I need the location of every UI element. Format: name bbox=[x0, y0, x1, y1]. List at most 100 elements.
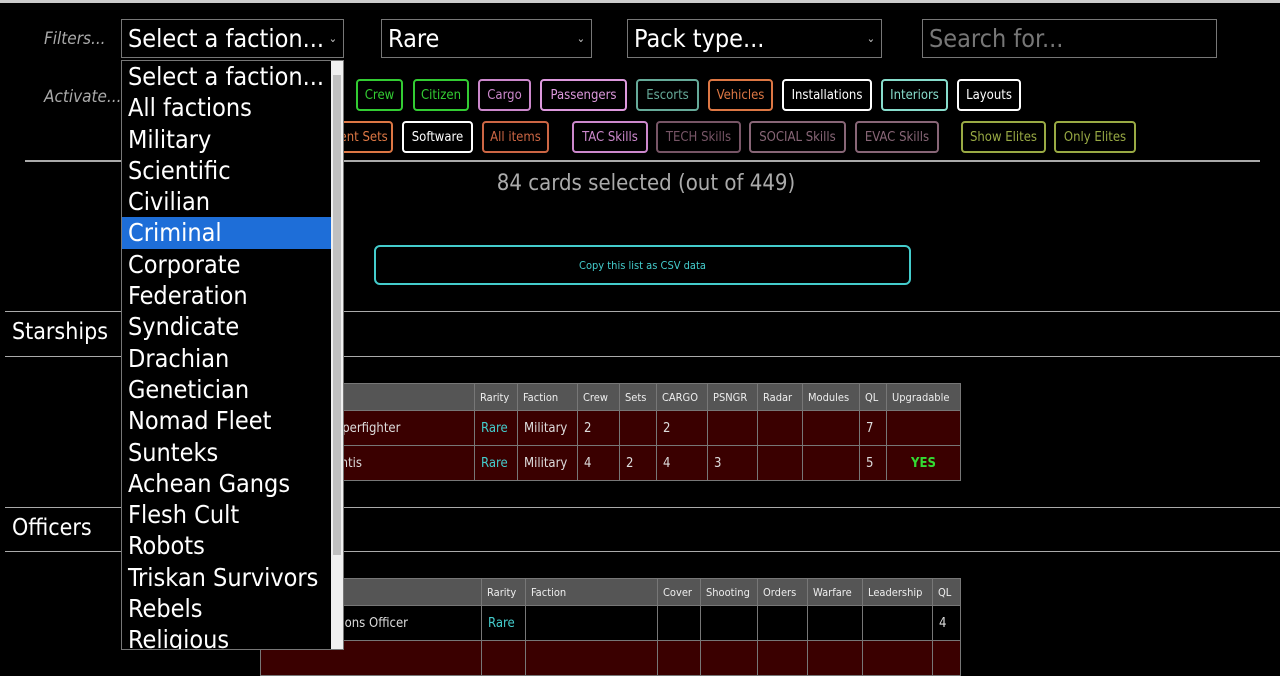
column-header[interactable]: Cover bbox=[657, 578, 701, 606]
faction-option[interactable]: Genetician bbox=[122, 374, 343, 405]
table-cell bbox=[481, 640, 526, 676]
filter-button-layouts[interactable]: Layouts bbox=[957, 79, 1021, 111]
faction-option[interactable]: Achean Gangs bbox=[122, 468, 343, 499]
table-cell bbox=[807, 640, 863, 676]
copy-csv-button[interactable]: Copy this list as CSV data bbox=[374, 245, 911, 285]
table-cell: 3 bbox=[707, 445, 758, 481]
table-cell bbox=[525, 640, 658, 676]
faction-option[interactable]: Robots bbox=[122, 530, 343, 561]
table-cell bbox=[757, 410, 803, 446]
filter-button-passengers[interactable]: Passengers bbox=[540, 79, 627, 111]
faction-option[interactable]: Criminal bbox=[122, 217, 343, 249]
filter-button-tech-skills[interactable]: TECH Skills bbox=[656, 121, 741, 153]
faction-option[interactable]: Drachian bbox=[122, 343, 343, 374]
filter-button-social-skills[interactable]: SOCIAL Skills bbox=[749, 121, 846, 153]
faction-option[interactable]: Nomad Fleet bbox=[122, 405, 343, 436]
column-header[interactable]: QL bbox=[932, 578, 961, 606]
table-cell bbox=[886, 410, 961, 446]
filter-button-all-items[interactable]: All items bbox=[482, 121, 549, 153]
column-header[interactable]: Faction bbox=[517, 383, 578, 411]
starships-table: NameRarityFactionCrewSetsCARGOPSNGRRadar… bbox=[260, 383, 961, 481]
faction-option[interactable]: All factions bbox=[122, 92, 343, 123]
filter-button-vehicles[interactable]: Vehicles bbox=[708, 79, 773, 111]
filter-button-software[interactable]: Software bbox=[402, 121, 473, 153]
table-row[interactable]: Claymore HyperfighterRareMilitary227 bbox=[260, 410, 961, 446]
faction-option[interactable]: Triskan Survivors bbox=[122, 562, 343, 593]
filter-button-show-elites[interactable]: Show Elites bbox=[961, 121, 1046, 153]
table-cell bbox=[700, 605, 758, 641]
table-cell bbox=[862, 640, 933, 676]
column-header[interactable]: Radar bbox=[757, 383, 803, 411]
dropdown-scrollbar[interactable] bbox=[331, 61, 343, 649]
faction-option[interactable]: Select a faction... bbox=[122, 61, 343, 92]
faction-option[interactable]: Flesh Cult bbox=[122, 499, 343, 530]
chevron-down-icon: ⌄ bbox=[328, 32, 337, 45]
faction-option[interactable]: Scientific bbox=[122, 155, 343, 186]
table-cell bbox=[757, 605, 808, 641]
column-header[interactable]: Warfare bbox=[807, 578, 863, 606]
officers-table: NameRarityFactionCoverShootingOrdersWarf… bbox=[260, 578, 961, 676]
table-cell: Military bbox=[517, 445, 578, 481]
pack-type-select-value: Pack type... bbox=[634, 24, 765, 53]
column-header[interactable]: Shooting bbox=[700, 578, 758, 606]
filter-button-only-elites[interactable]: Only Elites bbox=[1054, 121, 1136, 153]
table-cell: 7 bbox=[859, 410, 887, 446]
column-header[interactable]: Orders bbox=[757, 578, 808, 606]
table-cell bbox=[700, 640, 758, 676]
table-row[interactable]: Drachian MantisRareMilitary42435YES bbox=[260, 445, 961, 481]
faction-option[interactable]: Civilian bbox=[122, 186, 343, 217]
faction-option[interactable]: Federation bbox=[122, 280, 343, 311]
column-header[interactable]: PSNGR bbox=[707, 383, 758, 411]
filter-button-installations[interactable]: Installations bbox=[782, 79, 872, 111]
column-header[interactable]: Sets bbox=[619, 383, 657, 411]
table-cell bbox=[757, 640, 808, 676]
table-cell bbox=[657, 640, 701, 676]
table-cell bbox=[807, 605, 863, 641]
filter-button-interiors[interactable]: Interiors bbox=[881, 79, 948, 111]
filter-button-cargo[interactable]: Cargo bbox=[478, 79, 531, 111]
faction-option[interactable]: Military bbox=[122, 124, 343, 155]
table-cell bbox=[802, 410, 860, 446]
table-row[interactable] bbox=[260, 640, 961, 676]
table-cell bbox=[525, 605, 658, 641]
filters-label: Filters... bbox=[44, 29, 106, 49]
table-cell: 4 bbox=[932, 605, 961, 641]
table-cell bbox=[757, 445, 803, 481]
faction-select[interactable]: Select a faction... ⌄ bbox=[121, 19, 344, 58]
table-cell: 2 bbox=[577, 410, 620, 446]
filter-button-evac-skills[interactable]: EVAC Skills bbox=[855, 121, 939, 153]
table-cell bbox=[802, 445, 860, 481]
filter-button-escorts[interactable]: Escorts bbox=[636, 79, 699, 111]
faction-dropdown-list[interactable]: Select a faction... All factions Military S… bbox=[121, 60, 344, 650]
column-header[interactable]: Rarity bbox=[481, 578, 526, 606]
rarity-select[interactable]: Rare ⌄ bbox=[381, 19, 592, 58]
table-cell: Rare bbox=[474, 410, 518, 446]
table-cell: 4 bbox=[656, 445, 708, 481]
table-cell: YES bbox=[886, 445, 961, 481]
column-header[interactable]: Leadership bbox=[862, 578, 933, 606]
scrollbar-thumb[interactable] bbox=[333, 75, 341, 555]
column-header[interactable]: CARGO bbox=[656, 383, 708, 411]
filter-button-crew[interactable]: Crew bbox=[356, 79, 403, 111]
table-row[interactable]: Communications OfficerRare4 bbox=[260, 605, 961, 641]
column-header[interactable]: Modules bbox=[802, 383, 860, 411]
column-header[interactable]: Upgradable bbox=[886, 383, 961, 411]
faction-option[interactable]: Rebels bbox=[122, 593, 343, 624]
filter-button-citizen[interactable]: Citizen bbox=[413, 79, 469, 111]
filter-button-tac-skills[interactable]: TAC Skills bbox=[572, 121, 648, 153]
search-input[interactable] bbox=[922, 19, 1217, 58]
column-header[interactable]: QL bbox=[859, 383, 887, 411]
table-cell: Rare bbox=[474, 445, 518, 481]
faction-option[interactable]: Sunteks bbox=[122, 437, 343, 468]
column-header[interactable]: Faction bbox=[525, 578, 658, 606]
column-header[interactable]: Rarity bbox=[474, 383, 518, 411]
table-cell: Military bbox=[517, 410, 578, 446]
faction-select-value: Select a faction... bbox=[128, 24, 325, 53]
faction-option[interactable]: Religious bbox=[122, 624, 343, 649]
faction-option[interactable]: Syndicate bbox=[122, 311, 343, 342]
table-cell bbox=[657, 605, 701, 641]
faction-option[interactable]: Corporate bbox=[122, 249, 343, 280]
pack-type-select[interactable]: Pack type... ⌄ bbox=[627, 19, 882, 58]
table-cell: 2 bbox=[656, 410, 708, 446]
column-header[interactable]: Crew bbox=[577, 383, 620, 411]
